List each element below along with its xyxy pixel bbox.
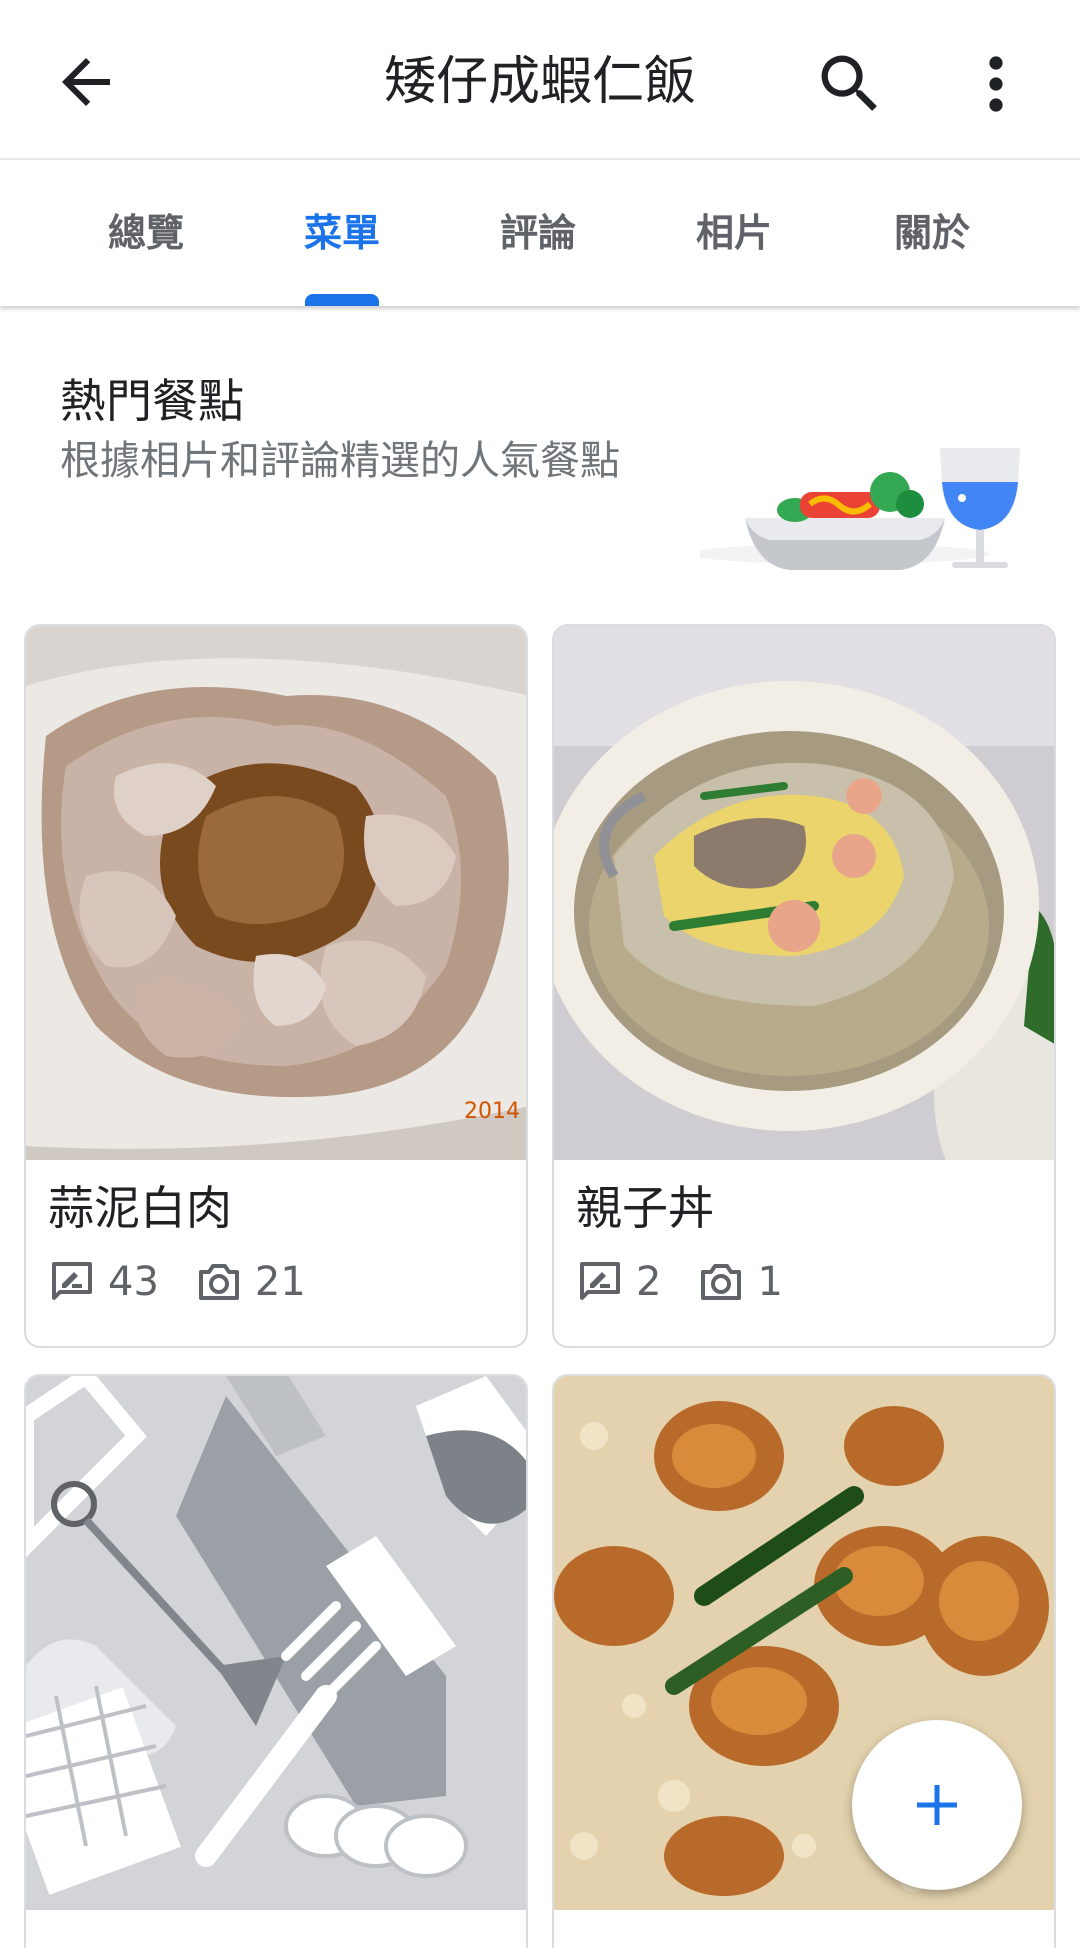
dish-photo [554,626,1054,1160]
dish-illustration [700,448,1020,570]
tab-label: 總覽 [107,211,184,255]
review-icon [580,1262,620,1300]
camera-icon [198,1264,239,1300]
dish-stats: 43 21 [48,1254,342,1310]
more-options-button[interactable] [960,46,1032,122]
photo-count: 21 [254,1259,306,1305]
dish-card[interactable]: 親子丼 2 1 [552,624,1056,1348]
dish-card[interactable] [24,1374,528,1948]
tab-reviews[interactable]: 評論 [440,160,636,306]
tab-label: 評論 [499,211,576,255]
dish-name: 蒜泥白肉 [48,1181,232,1235]
dish-stats: 2 1 [576,1254,819,1310]
popular-dishes-header: 熱門餐點 根據相片和評論精選的人氣餐點 [0,306,1080,606]
camera-icon [701,1264,742,1300]
dish-photo: 2014 [26,626,526,1160]
top-app-bar: 矮仔成蝦仁飯 [0,0,1080,160]
dish-card[interactable]: 2014 蒜泥白肉 43 21 [24,624,528,1348]
tab-label: 關於 [893,211,970,255]
back-button[interactable] [50,46,122,118]
section-subtitle: 根據相片和評論精選的人氣餐點 [60,438,620,484]
section-title: 熱門餐點 [60,374,244,428]
tab-menu[interactable]: 菜單 [244,160,440,306]
review-count: 43 [108,1259,159,1305]
search-button[interactable] [812,46,888,122]
photo-date-stamp: 2014 [464,1099,520,1124]
dish-placeholder-image [26,1376,526,1910]
tab-label: 相片 [695,211,772,255]
review-count: 2 [636,1259,662,1305]
add-fab-button[interactable] [852,1720,1022,1890]
review-icon [52,1262,92,1300]
more-vert-icon [989,56,1003,112]
tab-overview[interactable]: 總覽 [48,160,244,306]
place-title: 矮仔成蝦仁飯 [383,52,696,112]
search-icon [821,55,877,111]
plus-icon [917,1785,957,1825]
arrow-back-icon [62,58,110,106]
tab-indicator [305,294,379,306]
photo-count: 1 [757,1259,783,1305]
tab-label: 菜單 [303,211,380,255]
tab-about[interactable]: 關於 [834,160,1030,306]
tab-photos[interactable]: 相片 [636,160,832,306]
dish-name: 親子丼 [576,1181,714,1235]
tab-bar: 總覽 菜單 評論 相片 關於 [0,160,1080,306]
